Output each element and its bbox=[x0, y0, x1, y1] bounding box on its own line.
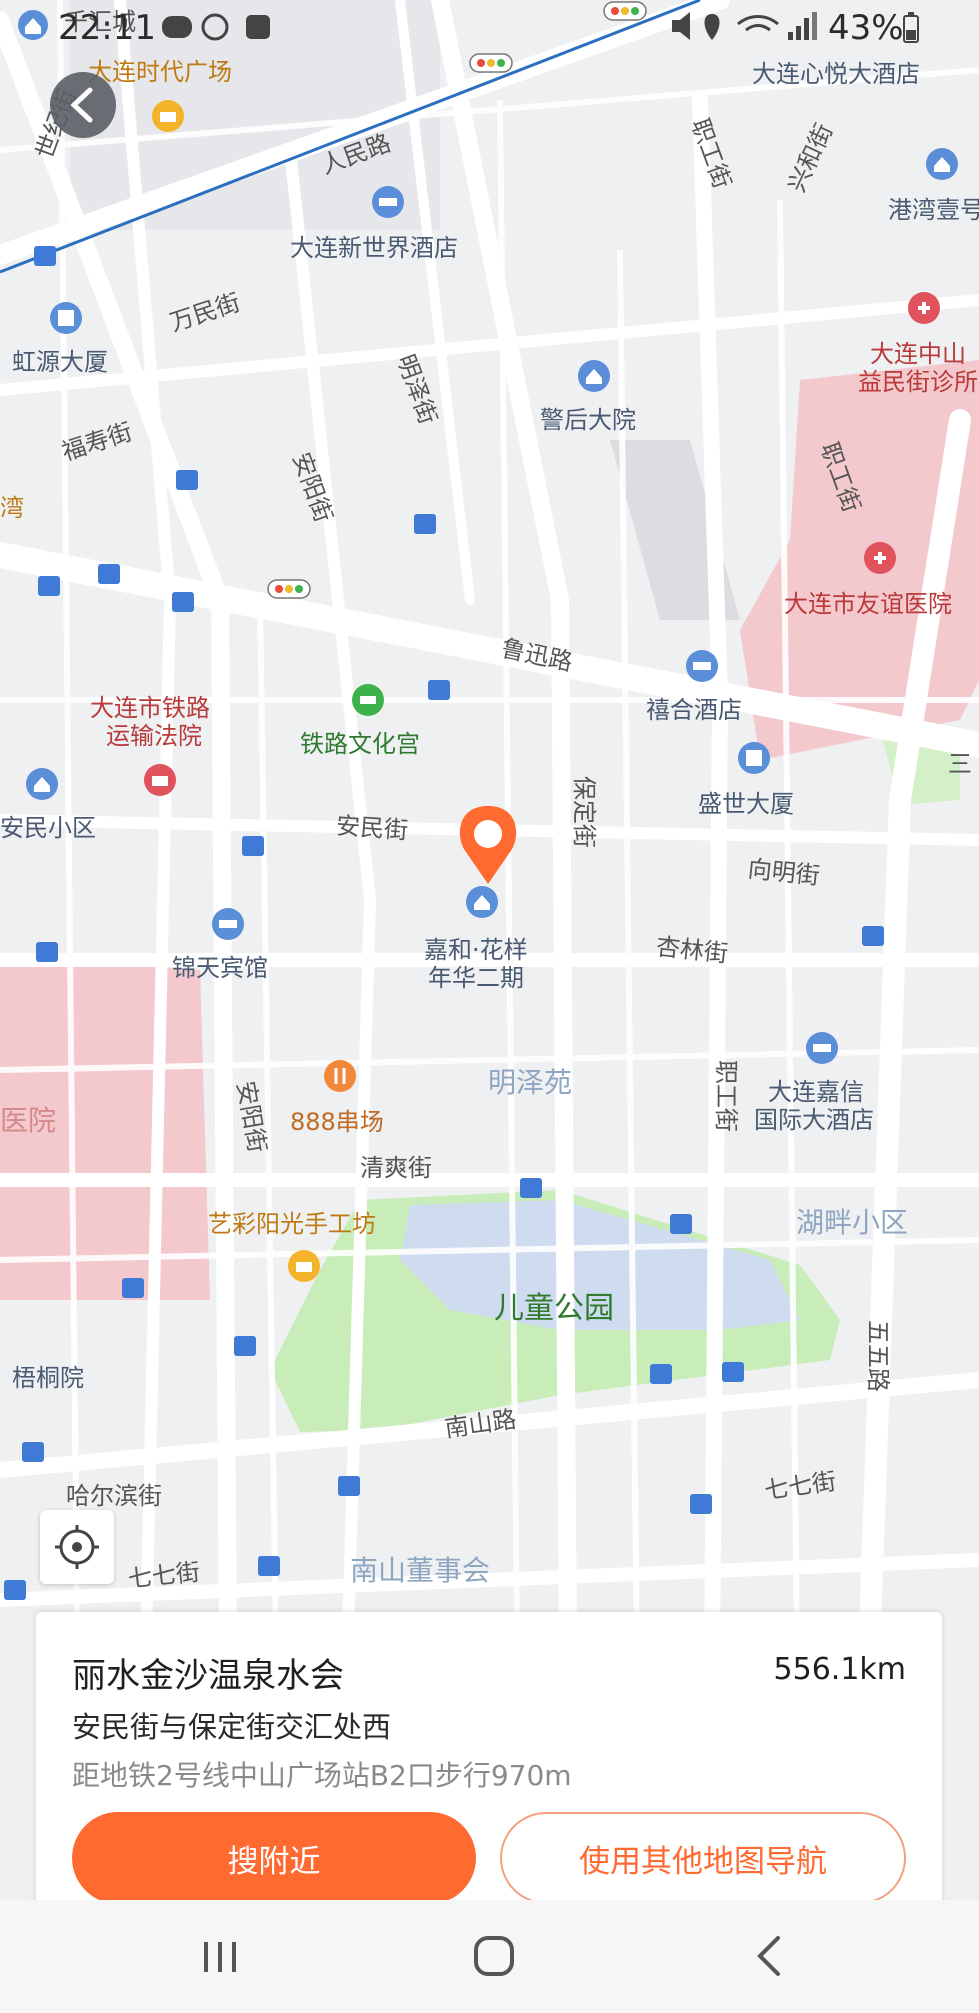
map-label: 三 bbox=[948, 750, 972, 778]
map-label: 大连新世界酒店 bbox=[290, 234, 458, 262]
map-label: 安民街 bbox=[335, 812, 409, 845]
map-label: 湾 bbox=[0, 494, 24, 522]
hospital-icon bbox=[864, 542, 896, 574]
hospital-icon bbox=[908, 292, 940, 324]
map-label: 湖畔小区 bbox=[796, 1206, 908, 1239]
system-back-button[interactable] bbox=[720, 1922, 820, 1992]
map-label: 港湾壹号 bbox=[888, 196, 979, 224]
place-transit-info: 距地铁2号线中山广场站B2口步行970m bbox=[72, 1759, 572, 1792]
home-button[interactable] bbox=[444, 1922, 544, 1992]
culture-icon bbox=[352, 684, 384, 716]
court-icon bbox=[144, 764, 176, 796]
place-name: 丽水金沙温泉水会 bbox=[72, 1656, 344, 1696]
recents-icon bbox=[204, 1942, 236, 1972]
other-map-nav-button[interactable]: 使用其他地图导航 bbox=[500, 1812, 906, 1904]
map-label: 大连嘉信 bbox=[768, 1078, 864, 1106]
battery-percent: 43% bbox=[828, 8, 904, 48]
locate-button[interactable] bbox=[40, 1510, 114, 1584]
home-icon bbox=[578, 360, 610, 392]
map-label: 铁路文化宫 bbox=[300, 730, 420, 758]
place-info-card: 丽水金沙温泉水会 556.1km 安民街与保定街交汇处西 距地铁2号线中山广场站… bbox=[36, 1612, 942, 1912]
map-label: 禧合酒店 bbox=[646, 696, 742, 724]
map-label: 锦天宾馆 bbox=[172, 954, 268, 982]
back-button[interactable] bbox=[50, 72, 116, 138]
map-label: 职工街 bbox=[712, 1060, 740, 1132]
map-label: 大连市友谊医院 bbox=[784, 590, 952, 618]
battery-icon bbox=[903, 12, 919, 43]
map-label: 警后大院 bbox=[540, 406, 636, 434]
map-label: 益民街诊所 bbox=[858, 368, 978, 396]
home-circle-icon bbox=[474, 1936, 514, 1976]
map-label: 艺彩阳光手工坊 bbox=[208, 1210, 376, 1238]
map-label: 年华二期 bbox=[428, 964, 524, 992]
map-label: 大连中山 bbox=[870, 340, 966, 368]
target-home-icon bbox=[466, 886, 498, 918]
building-icon bbox=[50, 302, 82, 334]
map-label: 大连心悦大酒店 bbox=[752, 60, 920, 88]
map-label: 虹源大厦 bbox=[12, 348, 108, 376]
hotel-icon bbox=[806, 1032, 838, 1064]
place-distance: 556.1km bbox=[773, 1652, 906, 1687]
status-bar: 22:11 43% bbox=[0, 0, 979, 60]
map-label: 保定街 bbox=[570, 776, 598, 848]
system-status-icons bbox=[672, 12, 817, 40]
map-label: 清爽街 bbox=[360, 1154, 432, 1182]
hotel-icon bbox=[372, 186, 404, 218]
notification-icons bbox=[162, 13, 270, 41]
hotel-icon bbox=[212, 908, 244, 940]
building-icon bbox=[738, 742, 770, 774]
home-icon bbox=[26, 768, 58, 800]
map-label: 五五路 bbox=[864, 1320, 892, 1392]
map-label: 888串场 bbox=[290, 1108, 384, 1136]
map-label: 儿童公园 bbox=[494, 1291, 614, 1326]
map-label: 南山董事会 bbox=[350, 1554, 490, 1587]
map-label: 嘉和·花样 bbox=[424, 936, 528, 964]
map-label: 哈尔滨街 bbox=[66, 1482, 162, 1510]
place-address: 安民街与保定街交汇处西 bbox=[72, 1710, 392, 1744]
status-time: 22:11 bbox=[58, 8, 156, 48]
map-label: 安民小区 bbox=[0, 814, 96, 842]
map-label: 国际大酒店 bbox=[754, 1106, 874, 1134]
map-label: 盛世大厦 bbox=[698, 790, 794, 818]
search-nearby-button[interactable]: 搜附近 bbox=[72, 1812, 476, 1904]
map-label: 明泽苑 bbox=[488, 1066, 572, 1099]
map-label: 大连市铁路 bbox=[90, 694, 210, 722]
map-label: 医院 bbox=[0, 1104, 56, 1137]
home-icon bbox=[926, 148, 958, 180]
mall-icon bbox=[152, 100, 184, 132]
hotel-icon bbox=[686, 650, 718, 682]
chevron-left-icon bbox=[70, 87, 93, 123]
recent-apps-button[interactable] bbox=[170, 1922, 270, 1992]
map-label: 运输法院 bbox=[106, 722, 202, 750]
shop-icon bbox=[288, 1250, 320, 1282]
system-nav-bar bbox=[0, 1900, 979, 2013]
crosshair-icon bbox=[55, 1525, 99, 1569]
home-icon bbox=[18, 10, 48, 40]
map-label: 梧桐院 bbox=[12, 1364, 84, 1392]
back-chevron-icon bbox=[757, 1936, 780, 1976]
restaurant-icon bbox=[324, 1060, 356, 1092]
